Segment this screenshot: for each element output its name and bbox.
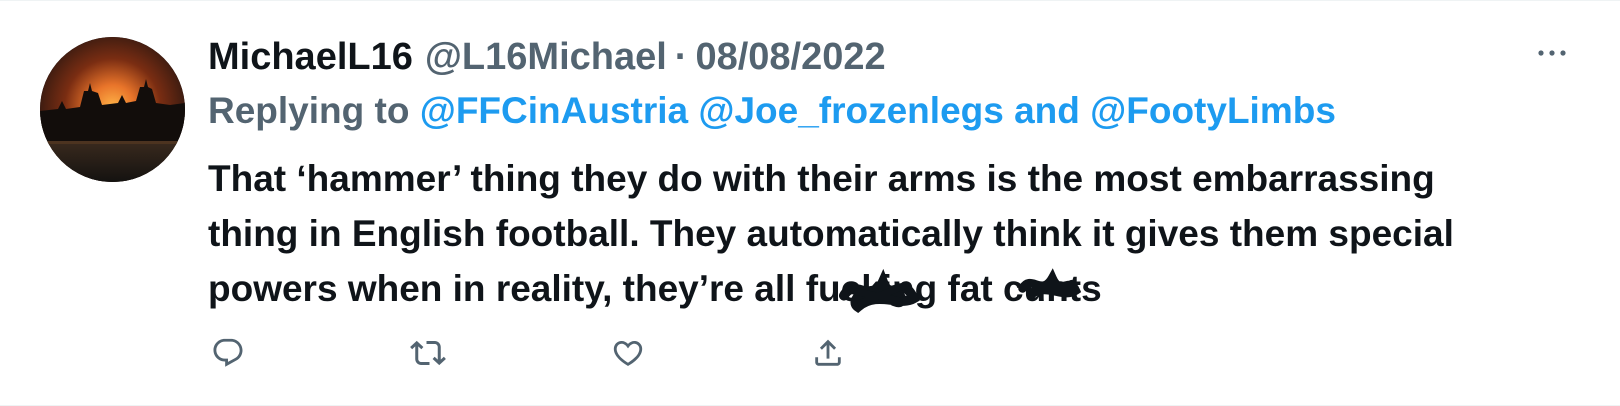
- mention-joe-frozenlegs[interactable]: @Joe_frozenlegs: [698, 90, 1003, 131]
- censored-word-2-text: cunts: [1003, 268, 1102, 309]
- user-handle[interactable]: @L16Michael: [425, 31, 667, 83]
- tweet-date[interactable]: 08/08/2022: [695, 31, 885, 83]
- tweet-header: MichaelL16 @L16Michael · 08/08/2022: [208, 31, 886, 83]
- tweet-text: That ‘hammer’ thing they do with their a…: [208, 151, 1568, 316]
- tweet-card[interactable]: MichaelL16 @L16Michael · 08/08/2022 Repl…: [0, 0, 1620, 406]
- retweet-button[interactable]: [408, 333, 448, 373]
- separator-dot: ·: [674, 36, 688, 78]
- like-button[interactable]: [608, 333, 648, 373]
- tweet-text-line-3-start: powers when in reality, they’re all: [208, 268, 806, 309]
- more-options-icon[interactable]: [1536, 43, 1568, 63]
- mention-footylimbs[interactable]: @FootyLimbs: [1090, 90, 1336, 131]
- tweet-text-line-1: That ‘hammer’ thing they do with their a…: [208, 158, 1435, 199]
- reply-icon: [213, 338, 243, 367]
- tweet-text-line-2: thing in English football. They automati…: [208, 213, 1454, 254]
- like-heart-icon: [613, 340, 643, 366]
- mention-ffcinaustria[interactable]: @FFCinAustria: [420, 90, 688, 131]
- sunset-skyline-avatar-icon: [40, 37, 185, 182]
- share-button[interactable]: [808, 333, 848, 373]
- censored-word-2: cunts: [1003, 261, 1102, 316]
- retweet-icon: [410, 340, 446, 366]
- avatar[interactable]: [40, 37, 185, 182]
- share-icon: [815, 339, 841, 366]
- tweet-actions: [208, 333, 848, 373]
- mention-conjunction: and: [1014, 90, 1080, 131]
- display-name[interactable]: MichaelL16: [208, 31, 413, 83]
- censored-word-1: fucking: [805, 261, 938, 316]
- replying-to-label: Replying to: [208, 90, 410, 131]
- tweet-text-line-3: powers when in reality, they’re all fuck…: [208, 261, 1568, 316]
- censored-word-1-text: fucking: [805, 268, 938, 309]
- tweet-text-line-3-mid: fat: [937, 268, 1004, 309]
- reply-button[interactable]: [208, 333, 248, 373]
- replying-to-line: Replying to @FFCinAustria @Joe_frozenleg…: [208, 85, 1336, 137]
